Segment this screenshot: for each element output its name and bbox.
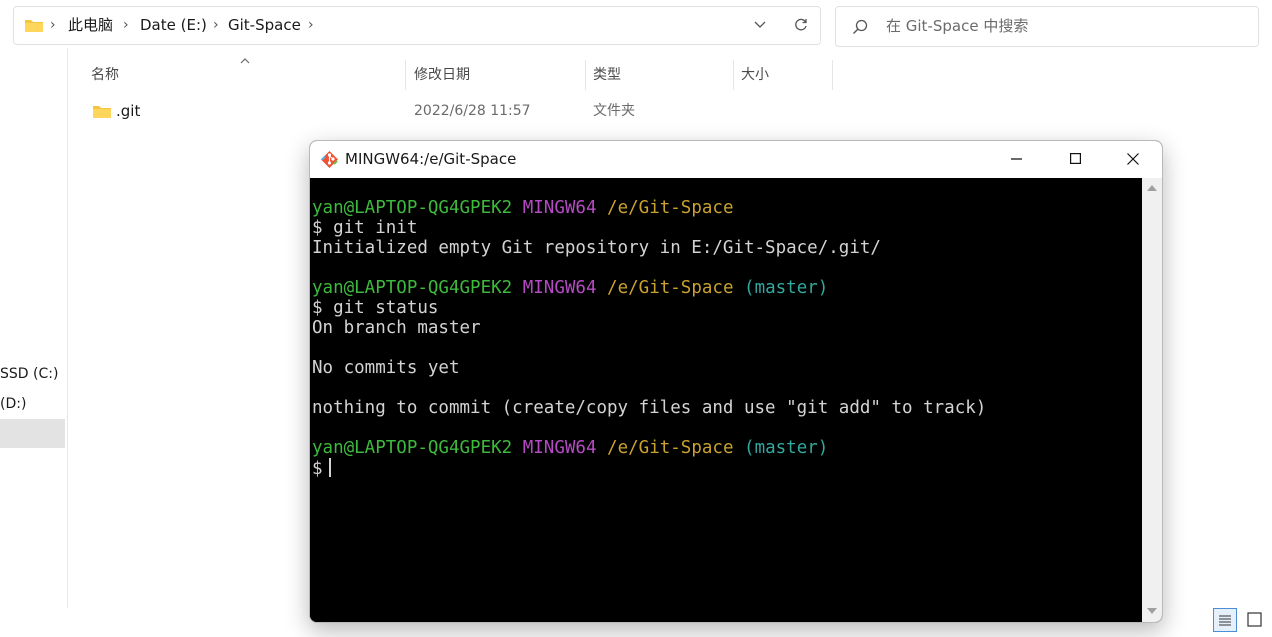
search-box[interactable]: 在 Git-Space 中搜索	[835, 6, 1259, 47]
breadcrumb-drive-e[interactable]: Date (E:)	[140, 7, 207, 44]
close-icon	[1127, 153, 1139, 165]
output-line: No commits yet	[312, 358, 460, 378]
minimize-icon	[1011, 158, 1022, 160]
prompt-line: yan@LAPTOP-QG4GPEK2 MINGW64 /e/Git-Space	[312, 198, 733, 218]
minimize-button[interactable]	[988, 141, 1046, 177]
prompt-line: yan@LAPTOP-QG4GPEK2 MINGW64 /e/Git-Space…	[312, 438, 828, 458]
maximize-button[interactable]	[1046, 141, 1104, 177]
sidebar-item-selected[interactable]	[0, 419, 65, 448]
terminal-output[interactable]: yan@LAPTOP-QG4GPEK2 MINGW64 /e/Git-Space…	[310, 178, 1142, 622]
thumbnail-view-button[interactable]	[1243, 608, 1267, 632]
breadcrumb-chevron-icon: ›	[213, 17, 219, 33]
sidebar-item-drive-c[interactable]: SSD (C:)	[0, 366, 58, 382]
command-line: $ git init	[312, 218, 418, 238]
command-line: $ git status	[312, 298, 439, 318]
column-divider	[733, 60, 734, 90]
details-view-button[interactable]	[1213, 608, 1237, 632]
output-line: Initialized empty Git repository in E:/G…	[312, 238, 881, 258]
file-name: .git	[116, 102, 141, 120]
breadcrumb-git-space[interactable]: Git-Space	[228, 7, 301, 44]
text-cursor	[328, 458, 331, 477]
file-type: 文件夹	[593, 103, 635, 119]
folder-icon	[93, 106, 111, 118]
close-button[interactable]	[1104, 141, 1162, 177]
sort-ascending-icon	[240, 58, 250, 64]
column-header-modified[interactable]: 修改日期	[414, 64, 470, 86]
search-placeholder: 在 Git-Space 中搜索	[886, 17, 1029, 35]
prompt-path: /e/Git-Space	[607, 198, 734, 218]
prompt-branch: (master)	[744, 438, 829, 458]
prompt-system: MINGW64	[522, 198, 597, 218]
search-icon	[853, 19, 868, 34]
column-divider	[585, 60, 586, 90]
scroll-down-arrow-icon[interactable]	[1147, 608, 1157, 615]
prompt-branch: (master)	[744, 278, 829, 298]
terminal-scrollbar[interactable]	[1142, 178, 1162, 622]
list-icon	[1219, 615, 1231, 626]
tiles-icon	[1247, 612, 1262, 627]
prompt-line: yan@LAPTOP-QG4GPEK2 MINGW64 /e/Git-Space…	[312, 278, 828, 298]
file-modified: 2022/6/28 11:57	[414, 103, 531, 119]
column-header-type[interactable]: 类型	[593, 64, 621, 86]
maximize-icon	[1070, 153, 1081, 164]
breadcrumb-chevron-icon: ›	[123, 17, 129, 33]
column-divider	[832, 60, 833, 90]
breadcrumb-chevron-icon: ›	[50, 17, 56, 33]
chevron-down-icon[interactable]	[754, 21, 766, 29]
output-line: nothing to commit (create/copy files and…	[312, 398, 987, 418]
column-header-size[interactable]: 大小	[741, 64, 769, 86]
folder-icon	[25, 20, 43, 32]
sidebar-divider	[67, 48, 68, 608]
git-logo-icon	[321, 151, 338, 168]
input-line[interactable]: $	[312, 458, 331, 479]
prompt-user-host: yan@LAPTOP-QG4GPEK2	[312, 438, 513, 458]
column-divider	[405, 60, 406, 90]
output-line: On branch master	[312, 318, 481, 338]
scroll-up-arrow-icon[interactable]	[1147, 184, 1157, 191]
terminal-title: MINGW64:/e/Git-Space	[345, 150, 517, 168]
refresh-icon[interactable]	[794, 18, 808, 32]
terminal-window[interactable]: MINGW64:/e/Git-Space yan@LAPTOP-QG4GPEK2…	[309, 140, 1163, 623]
prompt-path: /e/Git-Space	[607, 278, 734, 298]
prompt-system: MINGW64	[522, 438, 597, 458]
breadcrumb-this-pc[interactable]: 此电脑	[68, 7, 113, 44]
terminal-titlebar[interactable]: MINGW64:/e/Git-Space	[310, 141, 1162, 178]
sidebar-item-drive-d[interactable]: (D:)	[0, 396, 26, 412]
prompt-system: MINGW64	[522, 278, 597, 298]
prompt-path: /e/Git-Space	[607, 438, 734, 458]
prompt-user-host: yan@LAPTOP-QG4GPEK2	[312, 198, 513, 218]
prompt-user-host: yan@LAPTOP-QG4GPEK2	[312, 278, 513, 298]
prompt-dollar: $	[312, 459, 323, 479]
column-header-name[interactable]: 名称	[91, 64, 119, 86]
address-bar[interactable]: › 此电脑 › Date (E:) › Git-Space ›	[13, 6, 821, 45]
breadcrumb-chevron-icon: ›	[308, 17, 314, 33]
